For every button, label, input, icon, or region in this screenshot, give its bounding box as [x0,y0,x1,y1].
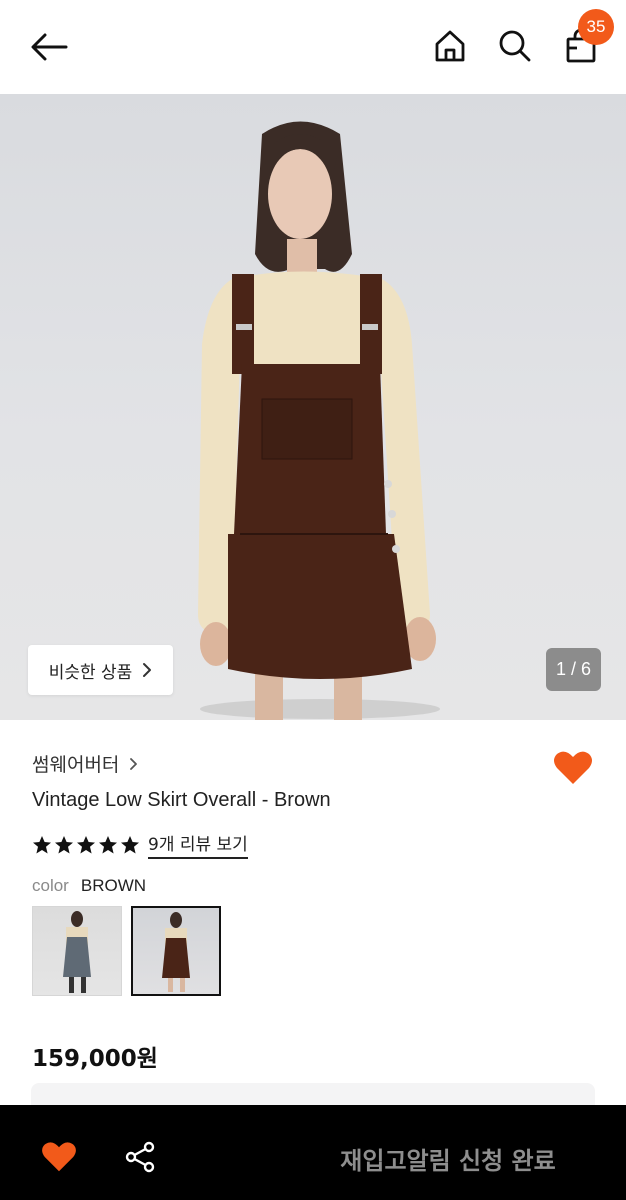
image-page-indicator: 1 / 6 [546,648,601,691]
color-swatch-brown[interactable] [131,906,221,996]
product-model-photo [198,121,440,720]
color-label: color [32,876,69,895]
chevron-right-icon [143,663,152,677]
search-icon [499,30,531,62]
product-image-carousel[interactable]: 비슷한 상품 1 / 6 [0,94,626,720]
heart-icon [554,751,592,784]
star-icon [33,835,51,853]
home-button[interactable] [430,26,470,66]
similar-products-button[interactable]: 비슷한 상품 [28,645,173,695]
back-button[interactable] [28,28,70,66]
arrow-left-icon [31,33,68,61]
product-title: Vintage Low Skirt Overall - Brown [32,789,331,811]
wishlist-button[interactable] [38,1137,80,1177]
view-reviews-link[interactable]: 9개 리뷰 보기 [148,830,248,859]
product-price: 159,000원 [32,1046,158,1072]
color-selection-label: color BROWN [32,876,146,896]
swatch-thumbnail [162,912,190,992]
home-icon [435,30,465,62]
chevron-right-icon [130,757,138,770]
restock-alert-status: 재입고알림 신청 완료 [340,1146,556,1175]
star-icon [121,835,139,853]
wishlist-toggle[interactable] [552,748,594,788]
cart-count-badge: 35 [578,9,614,45]
star-icon [77,835,95,853]
search-button[interactable] [495,26,535,66]
share-icon [125,1141,155,1173]
top-app-bar: 35 [0,0,626,94]
similar-products-label: 비슷한 상품 [48,662,133,683]
star-rating [32,835,140,855]
selected-color-value: BROWN [80,876,147,895]
brand-link[interactable]: 썸웨어버터 [32,750,138,777]
star-icon [55,835,73,853]
brand-name: 썸웨어버터 [32,754,120,776]
swatch-thumbnail [63,911,91,993]
heart-icon [42,1142,76,1172]
color-swatch-denim[interactable] [32,906,122,996]
rating-row: 9개 리뷰 보기 [32,830,248,859]
star-icon [99,835,117,853]
share-button[interactable] [120,1137,160,1177]
